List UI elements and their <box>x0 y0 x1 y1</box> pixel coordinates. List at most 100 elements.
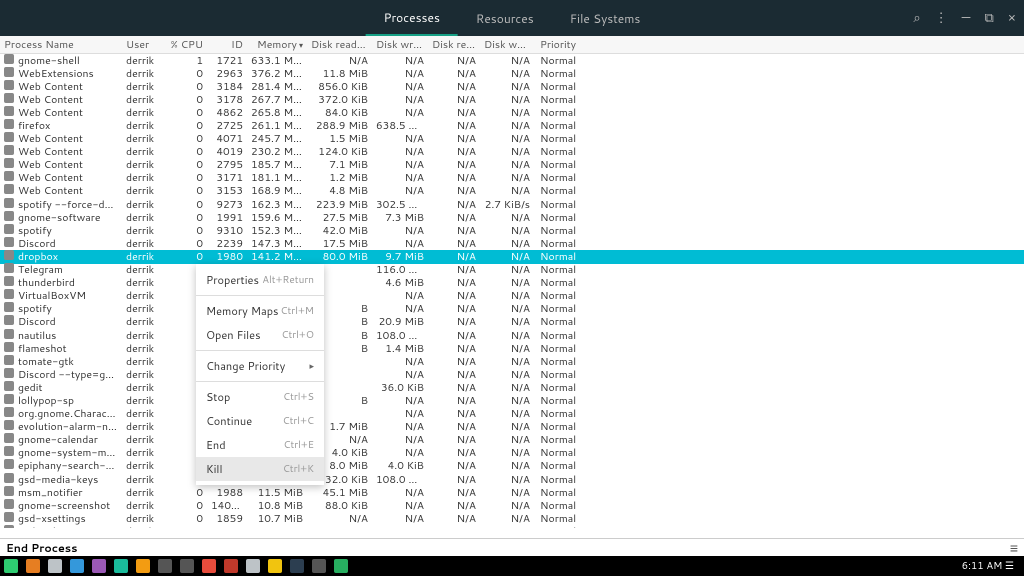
table-row[interactable]: firefoxderrik02725261.1 MiB288.9 MiB638.… <box>0 119 1024 132</box>
col-process-name[interactable]: Process Name <box>0 38 122 52</box>
table-row[interactable]: Telegramderrik116.0 KiBN/AN/ANormal <box>0 264 1024 277</box>
menu-item-memory-maps[interactable]: Memory MapsCtrl+M <box>196 299 324 323</box>
table-row[interactable]: flameshotderrikB1.4 MiBN/AN/ANormal <box>0 342 1024 355</box>
menu-icon[interactable]: ⋮ <box>935 9 948 27</box>
table-row[interactable]: gsd-colorderrik0185410.6 MiB8.0 KiBN/AN/… <box>0 525 1024 528</box>
close-button[interactable]: × <box>1008 9 1016 27</box>
col-id[interactable]: ID <box>207 38 247 52</box>
table-row[interactable]: gnome-shellderrik11721633.1 MiBN/AN/AN/A… <box>0 54 1024 67</box>
taskbar-app-icon[interactable] <box>180 559 194 573</box>
taskbar-app-icon[interactable] <box>4 559 18 573</box>
table-row[interactable]: gsd-xsettingsderrik0185910.7 MiBN/AN/AN/… <box>0 512 1024 525</box>
taskbar-app-icon[interactable] <box>268 559 282 573</box>
taskbar: 6:11 AM ☰ <box>0 556 1024 576</box>
taskbar-app-icon[interactable] <box>202 559 216 573</box>
menu-item-open-files[interactable]: Open FilesCtrl+O <box>196 323 324 347</box>
process-icon <box>4 250 14 260</box>
taskbar-app-icon[interactable] <box>114 559 128 573</box>
taskbar-app-icon[interactable] <box>224 559 238 573</box>
process-icon <box>4 499 14 509</box>
table-row[interactable]: gnome-system-monitorderrik01383015.4 MiB… <box>0 447 1024 460</box>
table-row[interactable]: org.gnome.Characters.BackgroderrikN/AN/A… <box>0 408 1024 421</box>
taskbar-app-icon[interactable] <box>48 559 62 573</box>
menu-item-end[interactable]: EndCtrl+E <box>196 433 324 457</box>
table-row[interactable]: spotify --force-device-scale-faderrik092… <box>0 198 1024 211</box>
process-icon <box>4 211 14 221</box>
taskbar-app-icon[interactable] <box>92 559 106 573</box>
table-row[interactable]: WebExtensionsderrik02963376.2 MiB11.8 Mi… <box>0 67 1024 80</box>
table-row[interactable]: evolution-alarm-notifyderrik0198215.6 Mi… <box>0 421 1024 434</box>
table-row[interactable]: Web Contentderrik03184281.4 MiB856.0 KiB… <box>0 80 1024 93</box>
table-row[interactable]: epiphany-search-providerderrik0367714.5 … <box>0 460 1024 473</box>
table-row[interactable]: gnome-screenshotderrik01406310.8 MiB88.0… <box>0 499 1024 512</box>
process-icon <box>4 67 14 77</box>
taskbar-app-icon[interactable] <box>136 559 150 573</box>
process-icon <box>4 342 14 352</box>
table-row[interactable]: spotifyderrikBN/AN/AN/ANormal <box>0 303 1024 316</box>
table-row[interactable]: thunderbirdderrik4.6 MiBN/AN/ANormal <box>0 277 1024 290</box>
taskbar-app-icon[interactable] <box>26 559 40 573</box>
table-row[interactable]: Web Contentderrik03171181.1 MiB1.2 MiBN/… <box>0 172 1024 185</box>
process-table[interactable]: gnome-shellderrik11721633.1 MiBN/AN/AN/A… <box>0 54 1024 528</box>
taskbar-app-icon[interactable] <box>70 559 84 573</box>
search-icon[interactable]: ⌕ <box>913 9 920 27</box>
taskbar-app-icon[interactable] <box>312 559 326 573</box>
menu-item-properties[interactable]: PropertiesAlt+Return <box>196 268 324 292</box>
table-row[interactable]: geditderrik36.0 KiBN/AN/ANormal <box>0 381 1024 394</box>
table-row[interactable]: VirtualBoxVMderrikN/AN/AN/ANormal <box>0 290 1024 303</box>
process-icon <box>4 54 14 64</box>
table-row[interactable]: Discord --type=gpu-process --derrikN/AN/… <box>0 368 1024 381</box>
menu-item-continue[interactable]: ContinueCtrl+C <box>196 409 324 433</box>
table-row[interactable]: gnome-softwarederrik01991159.6 MiB27.5 M… <box>0 211 1024 224</box>
process-icon <box>4 459 14 469</box>
table-row[interactable]: Web Contentderrik03178267.7 MiB372.0 KiB… <box>0 93 1024 106</box>
table-row[interactable]: DiscordderrikB20.9 MiBN/AN/ANormal <box>0 316 1024 329</box>
process-icon <box>4 486 14 496</box>
taskbar-app-icon[interactable] <box>334 559 348 573</box>
col-user[interactable]: User <box>122 38 162 52</box>
taskbar-app-icon[interactable] <box>246 559 260 573</box>
table-row[interactable]: gsd-media-keysderrik0184011.6 MiB32.0 Ki… <box>0 473 1024 486</box>
table-row[interactable]: spotifyderrik09310152.3 MiB42.0 MiBN/AN/… <box>0 224 1024 237</box>
tab-resources[interactable]: Resources <box>458 0 552 36</box>
taskbar-app-icon[interactable] <box>158 559 172 573</box>
col-disk-write[interactable]: Disk write <box>480 38 534 52</box>
process-icon <box>4 433 14 443</box>
table-row[interactable]: tomate-gtkderrikN/AN/AN/ANormal <box>0 355 1024 368</box>
process-icon <box>4 394 14 404</box>
table-row[interactable]: lollypop-spderrikBN/AN/AN/ANormal <box>0 394 1024 407</box>
table-row[interactable]: msm_notifierderrik0198811.5 MiB45.1 MiBN… <box>0 486 1024 499</box>
end-process-button[interactable]: End Process <box>6 540 77 556</box>
clock[interactable]: 6:11 AM ☰ <box>962 559 1014 573</box>
table-row[interactable]: gnome-calendarderrik01357915.5 MiBN/AN/A… <box>0 434 1024 447</box>
table-row[interactable]: Web Contentderrik04071245.7 MiB1.5 MiBN/… <box>0 133 1024 146</box>
col-memory[interactable]: Memory <box>247 38 307 52</box>
table-row[interactable]: Discordderrik02239147.3 MiB17.5 MiBN/AN/… <box>0 237 1024 250</box>
tab-processes[interactable]: Processes <box>366 0 458 36</box>
table-row[interactable]: nautilusderrikB108.0 KiBN/AN/ANormal <box>0 329 1024 342</box>
table-row[interactable]: Web Contentderrik03153168.9 MiB4.8 MiBN/… <box>0 185 1024 198</box>
column-headers[interactable]: Process Name User % CPU ID Memory Disk r… <box>0 36 1024 54</box>
table-row[interactable]: dropboxderrik01980141.2 MiB80.0 MiB9.7 M… <box>0 250 1024 263</box>
menu-item-change-priority[interactable]: Change Priority▸ <box>196 354 324 378</box>
table-row[interactable]: Web Contentderrik04019230.2 MiB124.0 KiB… <box>0 146 1024 159</box>
process-icon <box>4 276 14 286</box>
col-disk-write-total[interactable]: Disk write tota <box>372 38 428 52</box>
minimize-button[interactable]: — <box>962 9 971 27</box>
options-icon[interactable]: ≡ <box>1010 538 1018 558</box>
maximize-button[interactable]: ⧉ <box>984 9 993 27</box>
col-disk-read-total[interactable]: Disk read total <box>307 38 372 52</box>
menu-item-stop[interactable]: StopCtrl+S <box>196 385 324 409</box>
taskbar-app-icon[interactable] <box>290 559 304 573</box>
process-icon <box>4 263 14 273</box>
process-icon <box>4 381 14 391</box>
table-row[interactable]: Web Contentderrik02795185.7 MiB7.1 MiBN/… <box>0 159 1024 172</box>
col-cpu[interactable]: % CPU <box>162 38 207 52</box>
menu-item-kill[interactable]: KillCtrl+K <box>196 457 324 481</box>
table-row[interactable]: Web Contentderrik04862265.8 MiB84.0 KiBN… <box>0 106 1024 119</box>
process-icon <box>4 171 14 181</box>
col-priority[interactable]: Priority <box>534 38 584 52</box>
process-icon <box>4 80 14 90</box>
tab-filesystems[interactable]: File Systems <box>552 0 659 36</box>
col-disk-read[interactable]: Disk read <box>428 38 480 52</box>
